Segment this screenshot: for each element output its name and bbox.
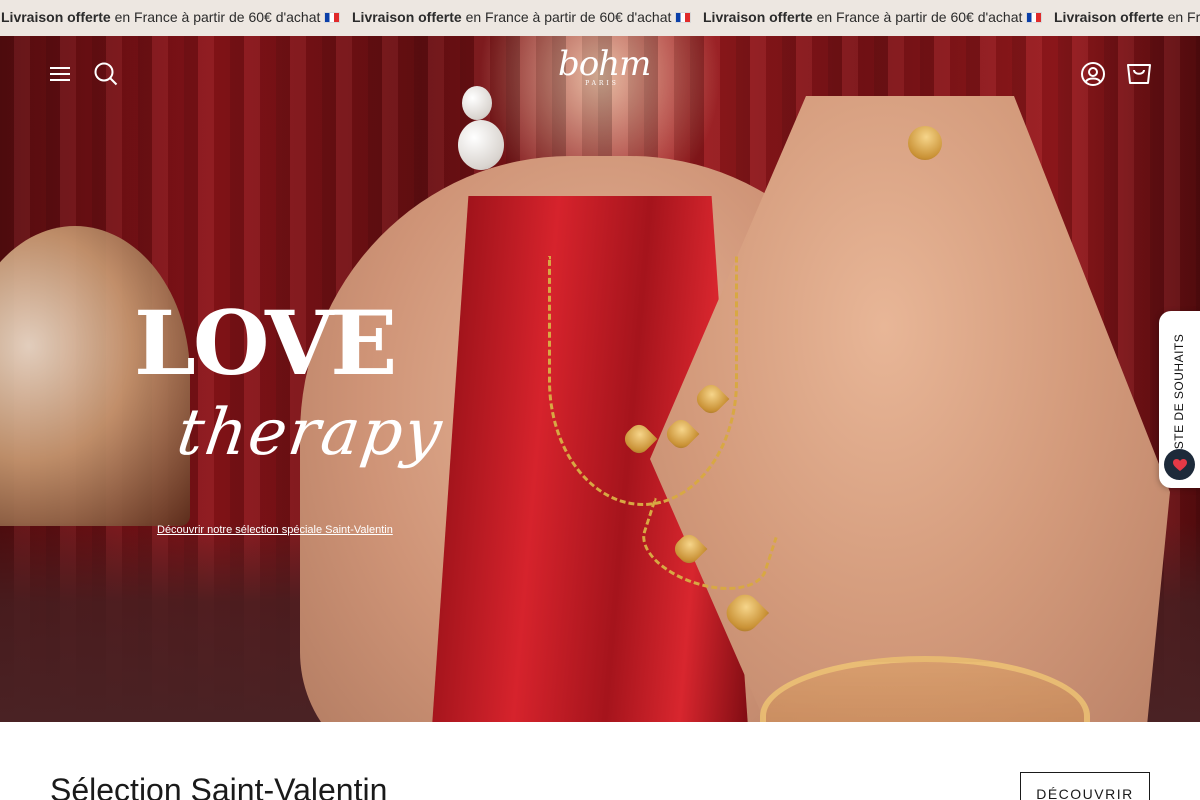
menu-icon — [50, 67, 70, 81]
pearl-earring-bottom — [458, 120, 504, 170]
hero-title: LOVE — [134, 291, 397, 395]
section-title: Sélection Saint-Valentin — [50, 772, 388, 800]
cart-icon — [1127, 64, 1151, 84]
announcement-bold: Livraison offerte — [1054, 9, 1164, 25]
wishlist-heart-badge — [1164, 449, 1195, 480]
logo-wordmark: bohm — [558, 44, 651, 84]
announcement-bold: Livraison offerte — [703, 9, 813, 25]
discover-button[interactable]: DÉCOUVRIR — [1020, 772, 1150, 800]
announcement-text: en France à partir de 60€ d'achat — [1167, 9, 1200, 25]
pearl-earring-top — [462, 86, 492, 120]
announcement-item: Livraison offerte en France à partir de … — [1054, 9, 1200, 25]
account-icon — [1081, 62, 1105, 86]
hero-link[interactable]: Découvrir notre sélection spéciale Saint… — [157, 524, 393, 536]
brand-logo[interactable]: bohm PARIS — [558, 44, 651, 96]
announcement-text: en France à partir de 60€ d'achat — [461, 9, 672, 25]
cart-button[interactable] — [1124, 59, 1154, 89]
hero-banner[interactable]: LOVE therapy Découvrir notre sélection s… — [0, 36, 1200, 722]
necklace-chain — [548, 256, 738, 506]
search-icon — [94, 62, 118, 86]
announcement-text: en France à partir de 60€ d'achat — [110, 9, 321, 25]
search-button[interactable] — [91, 59, 121, 89]
wishlist-tab[interactable]: LISTE DE SOUHAITS — [1159, 311, 1200, 488]
france-flag-icon — [324, 12, 341, 23]
announcement-item: Livraison offerte en France à partir de … — [1, 9, 352, 25]
announcement-bar: Livraison offerte en France à partir de … — [0, 0, 1200, 36]
announcement-text: en France à partir de 60€ d'achat — [812, 9, 1023, 25]
account-button[interactable] — [1078, 59, 1108, 89]
menu-button[interactable] — [46, 60, 74, 88]
announcement-track: Livraison offerte en France à partir de … — [1, 9, 1200, 25]
hero-subtitle: therapy — [172, 396, 448, 470]
announcement-item: Livraison offerte en France à partir de … — [703, 9, 1054, 25]
announcement-item: Livraison offerte en France à partir de … — [352, 9, 703, 25]
announcement-bold: Livraison offerte — [352, 9, 462, 25]
france-flag-icon — [1026, 12, 1043, 23]
heart-icon — [1172, 458, 1187, 471]
announcement-bold: Livraison offerte — [1, 9, 111, 25]
wishlist-label: LISTE DE SOUHAITS — [1172, 333, 1186, 461]
france-flag-icon — [675, 12, 692, 23]
